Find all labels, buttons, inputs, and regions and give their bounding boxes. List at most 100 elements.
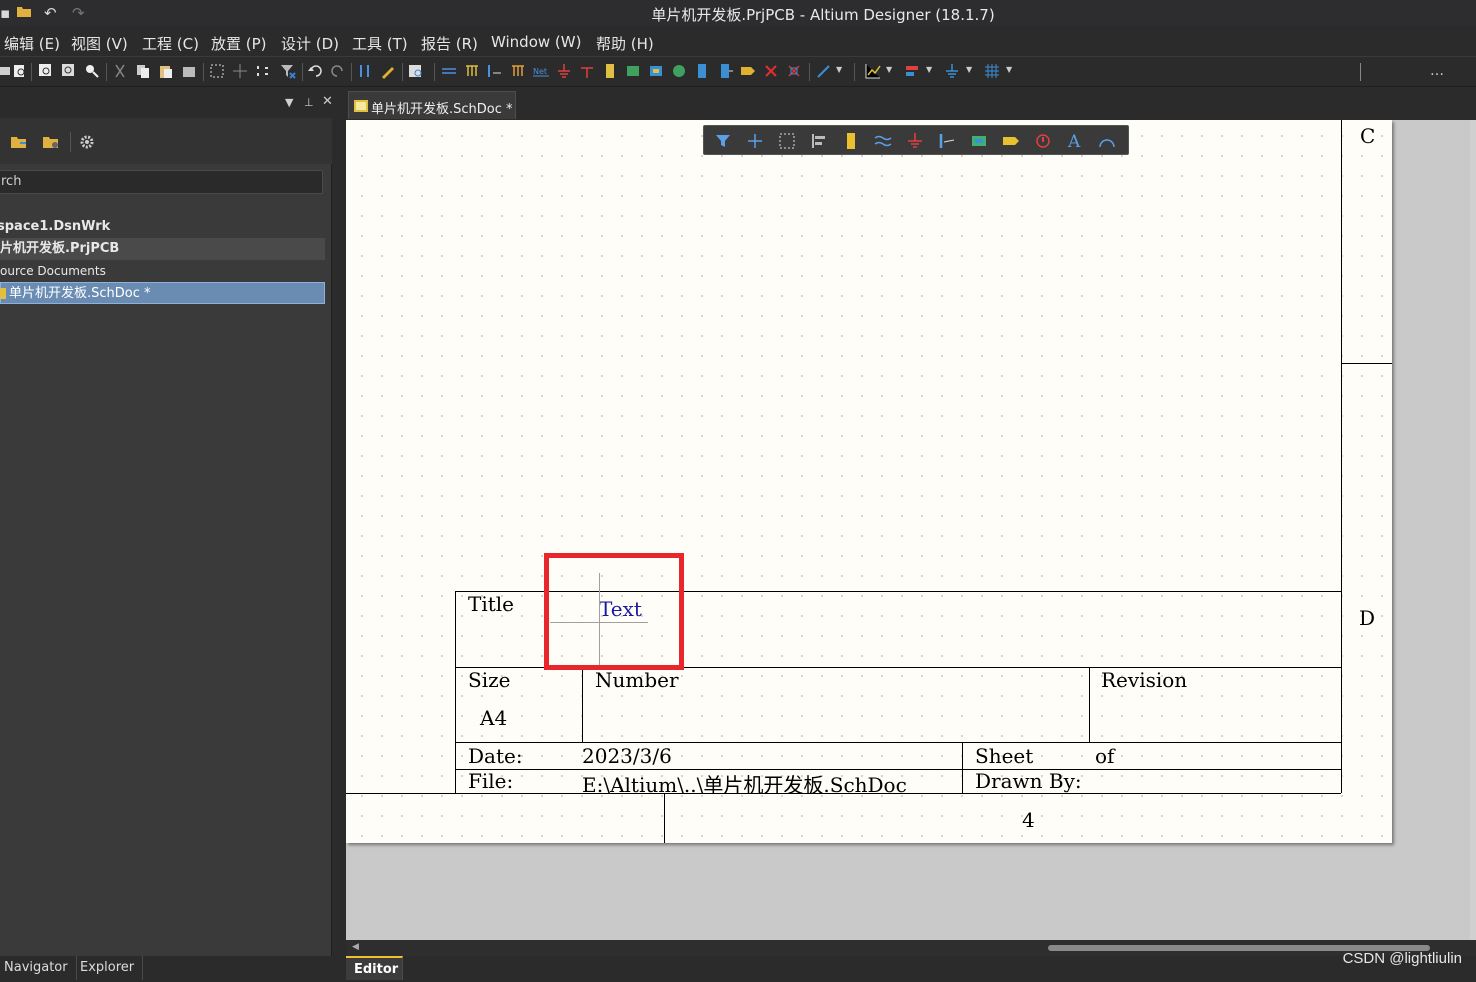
align-left-icon[interactable]: [810, 132, 828, 150]
place-bus-entry-icon[interactable]: [487, 63, 503, 79]
zoom-fit-icon[interactable]: [38, 63, 54, 79]
hierarchy-up-down-icon[interactable]: [357, 63, 373, 79]
title-label: Title: [468, 592, 515, 616]
place-sheet-symbol-icon[interactable]: [970, 132, 988, 150]
main-toolbar: Net ▼ ▼ ▼ ▼ ▼ …: [0, 57, 1476, 87]
cut-icon[interactable]: [112, 63, 128, 79]
number-label: Number: [595, 668, 679, 692]
document-tab-label: 单片机开发板.SchDoc *: [371, 102, 513, 117]
panel-tools: [0, 118, 332, 164]
zoom-selected-icon[interactable]: [84, 63, 100, 79]
menu-design[interactable]: 设计 (D): [281, 33, 339, 54]
cross-probe-icon[interactable]: [380, 63, 396, 79]
search-input[interactable]: rch: [0, 170, 323, 194]
power-port-icon[interactable]: [944, 63, 960, 79]
sheet-label: Sheet: [975, 744, 1034, 768]
place-text-icon[interactable]: A: [1066, 132, 1084, 150]
select-area-icon[interactable]: [209, 63, 225, 79]
place-signal-harness-icon[interactable]: [510, 63, 526, 79]
select-area-icon[interactable]: [778, 132, 796, 150]
place-gnd-icon[interactable]: [556, 63, 572, 79]
toolbar-overflow-icon[interactable]: …: [1430, 63, 1444, 79]
place-compile-mask-icon[interactable]: [786, 63, 802, 79]
folder-settings-icon[interactable]: [42, 134, 60, 150]
place-port-icon[interactable]: [694, 63, 710, 79]
menu-reports[interactable]: 报告 (R): [421, 33, 478, 54]
size-value: A4: [480, 706, 508, 730]
place-net-label-icon[interactable]: Net: [533, 63, 549, 79]
select-connection-icon[interactable]: [255, 63, 271, 79]
place-offsheet-icon[interactable]: [717, 63, 733, 79]
grid-icon[interactable]: [984, 63, 1000, 79]
panel-menu-icon[interactable]: ▼: [285, 96, 293, 109]
filter-icon[interactable]: [714, 132, 732, 150]
dropdown-arrow-icon[interactable]: ▼: [926, 65, 932, 74]
scroll-left-icon[interactable]: ◀: [352, 942, 359, 952]
paste-icon[interactable]: [158, 63, 174, 79]
place-gnd-icon[interactable]: [906, 132, 924, 150]
rubber-stamp-icon[interactable]: [181, 63, 197, 79]
document-tab[interactable]: 单片机开发板.SchDoc *: [348, 91, 848, 119]
menu-help[interactable]: 帮助 (H): [596, 33, 654, 54]
svg-text:Net: Net: [533, 67, 547, 76]
place-arc-icon[interactable]: [1098, 132, 1116, 150]
vertical-scrollbar[interactable]: [1470, 120, 1476, 940]
place-port-icon[interactable]: [1002, 132, 1020, 150]
dropdown-arrow-icon[interactable]: ▼: [886, 65, 892, 74]
tab-explorer[interactable]: Explorer: [72, 956, 144, 980]
redo-toolbar-icon[interactable]: [330, 63, 346, 79]
place-sheet-entry-icon[interactable]: [648, 63, 664, 79]
menu-edit[interactable]: 编辑 (E): [4, 33, 60, 54]
place-port-label-icon[interactable]: [740, 63, 756, 79]
tab-editor[interactable]: Editor: [346, 956, 403, 980]
menu-tools[interactable]: 工具 (T): [352, 33, 408, 54]
pin-icon[interactable]: ⊥: [304, 96, 314, 109]
menu-window[interactable]: Window (W): [491, 33, 581, 51]
title-bar: ▪ ↶ ↷ 单片机开发板.PrjPCB - Altium Designer (1…: [0, 0, 1476, 26]
move-icon[interactable]: [232, 63, 248, 79]
dropdown-arrow-icon[interactable]: ▼: [966, 65, 972, 74]
tree-project[interactable]: 片机开发板.PrjPCB: [0, 238, 325, 260]
place-bus-icon[interactable]: [441, 63, 457, 79]
menu-project[interactable]: 工程 (C): [142, 33, 199, 54]
open-project-icon[interactable]: [10, 134, 28, 150]
schematic-canvas[interactable]: C D 4 Title Text Size A4 Number Revision…: [346, 120, 1476, 940]
place-sheet-symbol-icon[interactable]: [625, 63, 641, 79]
place-device-sheet-icon[interactable]: [671, 63, 687, 79]
file-value: E:\Altium\..\单片机开发板.SchDoc: [582, 773, 907, 797]
menu-place[interactable]: 放置 (P): [211, 33, 267, 54]
menu-view[interactable]: 视图 (V): [71, 33, 128, 54]
place-bus-entry-icon[interactable]: [938, 132, 956, 150]
draw-line-icon[interactable]: [816, 63, 832, 79]
tree-folder-source-documents[interactable]: ource Documents: [0, 260, 106, 282]
print-preview-icon[interactable]: [12, 63, 28, 79]
place-part-icon[interactable]: [602, 63, 618, 79]
tree-document[interactable]: 单片机开发板.SchDoc *: [0, 282, 325, 304]
place-vcc-icon[interactable]: [579, 63, 595, 79]
tree-workspace[interactable]: space1.DsnWrk: [0, 216, 110, 238]
place-directive-icon[interactable]: [865, 63, 881, 79]
place-wire-icon[interactable]: [874, 132, 892, 150]
move-cross-icon[interactable]: [746, 132, 764, 150]
svg-text:A: A: [1067, 132, 1081, 150]
tab-navigator[interactable]: Navigator: [0, 956, 77, 980]
browse-library-icon[interactable]: [408, 63, 424, 79]
horizontal-scrollbar[interactable]: ◀: [346, 940, 1476, 956]
align-icon[interactable]: [904, 63, 920, 79]
schematic-sheet[interactable]: C D 4 Title Text Size A4 Number Revision…: [346, 120, 1392, 843]
dropdown-arrow-icon[interactable]: ▼: [1006, 65, 1012, 74]
gear-icon[interactable]: [79, 134, 95, 150]
highlight-annotation-box: [544, 553, 684, 670]
active-bar: A: [703, 125, 1129, 155]
zoom-area-icon[interactable]: [61, 63, 77, 79]
copy-icon[interactable]: [135, 63, 151, 79]
schematic-doc-icon: [0, 288, 6, 299]
place-no-erc-icon[interactable]: [1034, 132, 1052, 150]
undo-toolbar-icon[interactable]: [307, 63, 323, 79]
place-part-icon[interactable]: [842, 132, 860, 150]
tree-document-label: 单片机开发板.SchDoc *: [9, 286, 151, 301]
clear-filter-icon[interactable]: [280, 63, 296, 79]
place-harness-icon[interactable]: [464, 63, 480, 79]
dropdown-arrow-icon[interactable]: ▼: [836, 65, 842, 74]
place-no-erc-icon[interactable]: [763, 63, 779, 79]
